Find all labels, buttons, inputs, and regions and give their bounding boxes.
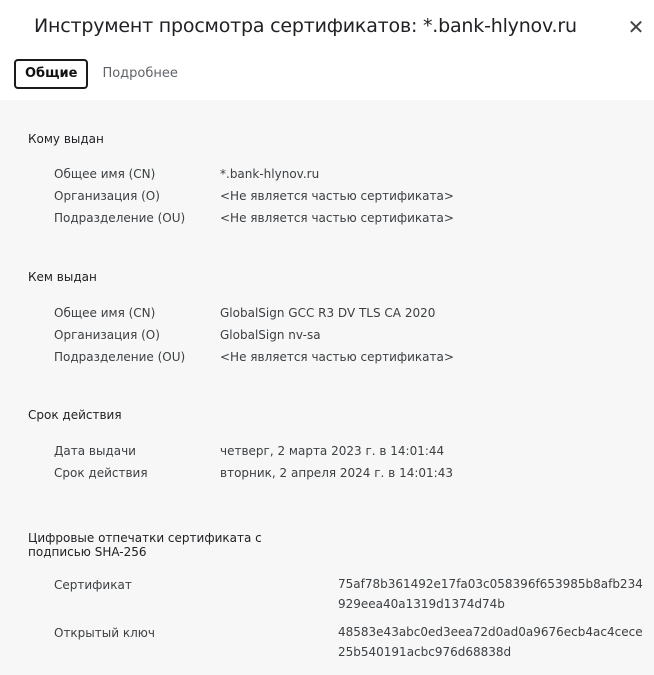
- field-value: *.bank-hlynov.ru: [220, 167, 320, 181]
- fingerprints-heading: Цифровые отпечатки сертификата с подпись…: [28, 531, 262, 559]
- field-value: GlobalSign nv-sa: [220, 328, 321, 342]
- public-key-fingerprint-value: 48583e43abc0ed3eea72d0ad0a9676ecb4ac4cec…: [338, 625, 643, 659]
- tab-details[interactable]: Подробнее: [92, 59, 187, 89]
- field-value: <Не является частью сертификата>: [220, 189, 454, 203]
- field-value: <Не является частью сертификата>: [220, 350, 454, 364]
- tab-general[interactable]: Общие: [14, 59, 89, 89]
- dialog-title: Инструмент просмотра сертификатов: *.ban…: [34, 15, 577, 37]
- field-label: Организация (O): [54, 189, 160, 203]
- field-value: четверг, 2 марта 2023 г. в 14:01:44: [220, 444, 445, 458]
- issued-by-heading: Кем выдан: [28, 270, 97, 284]
- public-key-fingerprint-label: Открытый ключ: [54, 626, 155, 640]
- tab-bar: Общие Подробнее: [14, 58, 188, 90]
- field-value: <Не является частью сертификата>: [220, 211, 454, 225]
- certificate-fingerprint-label: Сертификат: [54, 578, 132, 592]
- field-label: Подразделение (OU): [54, 211, 186, 225]
- general-panel: Кому выдан Общее имя (CN) *.bank-hlynov.…: [0, 100, 654, 675]
- certificate-fingerprint-value: 75af78b361492e17fa03c058396f653985b8afb2…: [338, 577, 643, 611]
- field-label: Общее имя (CN): [54, 306, 156, 320]
- issued-to-heading: Кому выдан: [28, 132, 104, 146]
- field-value: вторник, 2 апреля 2024 г. в 14:01:43: [220, 466, 453, 480]
- field-value: GlobalSign GCC R3 DV TLS CA 2020: [220, 306, 436, 320]
- field-label: Подразделение (OU): [54, 350, 186, 364]
- field-label: Срок действия: [54, 466, 148, 480]
- validity-heading: Срок действия: [28, 408, 122, 422]
- field-label: Дата выдачи: [54, 444, 136, 458]
- certificate-viewer-dialog: Инструмент просмотра сертификатов: *.ban…: [0, 0, 654, 675]
- close-icon[interactable]: ✕: [626, 15, 646, 39]
- field-label: Общее имя (CN): [54, 167, 156, 181]
- field-label: Организация (O): [54, 328, 160, 342]
